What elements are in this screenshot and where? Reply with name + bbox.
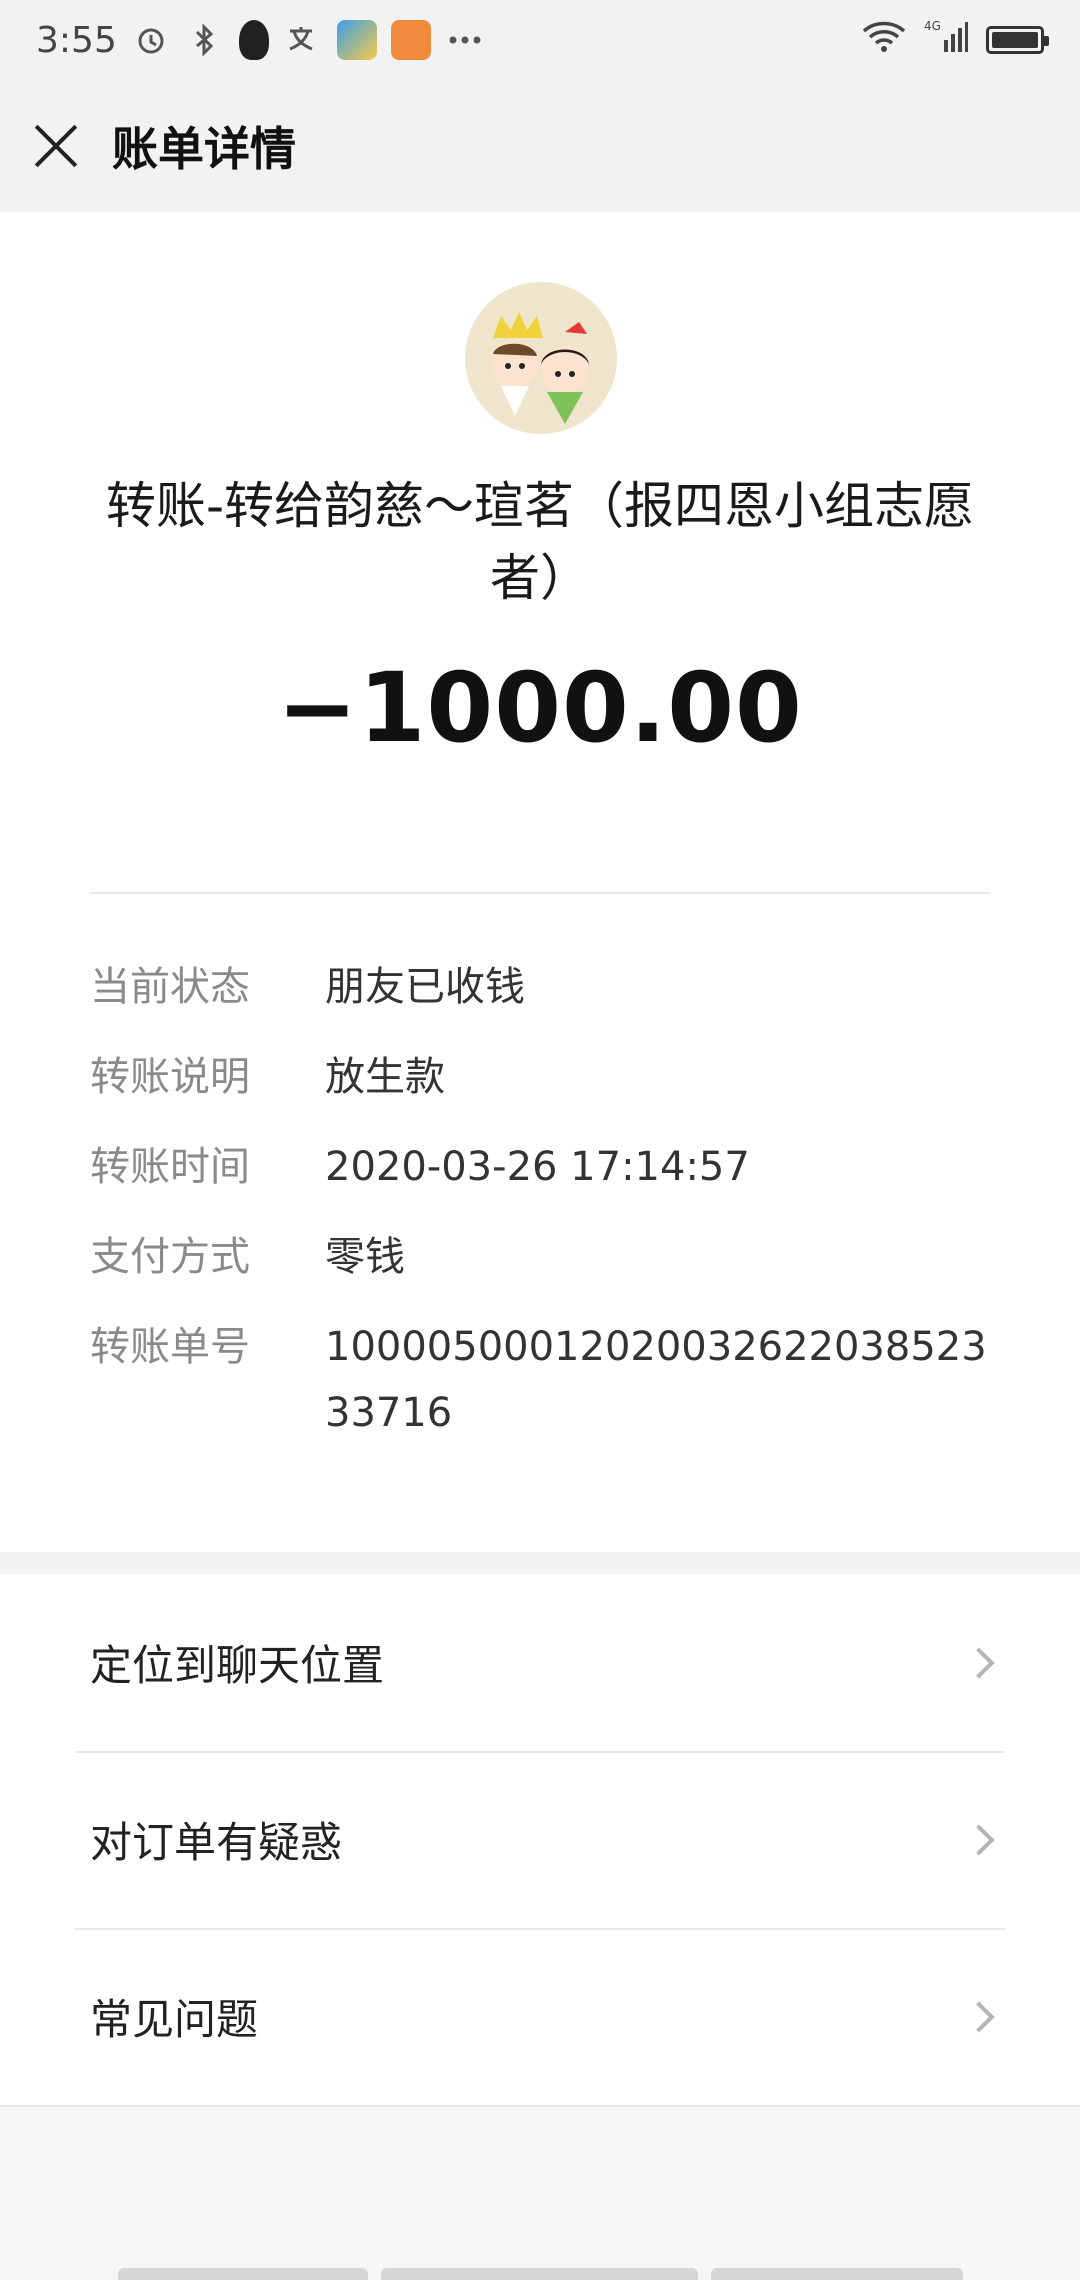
transfer-title: 转账-转给韵慈～瑄茗（报四恩小组志愿者）: [105, 477, 975, 607]
battery-icon: [986, 26, 1049, 54]
close-button[interactable]: [34, 124, 78, 168]
detail-label: 当前状态: [90, 964, 250, 1010]
detail-list: 当前状态 朋友已收钱 转账说明 放生款 转账时间 2020-03-26 17:1…: [90, 954, 1000, 1470]
tab-hint: [381, 2268, 698, 2280]
detail-value: 放生款: [325, 1054, 445, 1100]
chevron-right-icon: [963, 1646, 995, 1679]
signal-icon: 4G: [924, 18, 968, 63]
faq-button[interactable]: 常见问题: [0, 1928, 1080, 2105]
detail-label: 转账单号: [90, 1324, 250, 1370]
menu-item-label: 对订单有疑惑: [90, 1818, 343, 1867]
detail-label: 转账说明: [90, 1054, 250, 1100]
chevron-right-icon: [963, 2000, 995, 2033]
detail-label: 转账时间: [90, 1144, 250, 1190]
menu-item-label: 常见问题: [90, 1995, 259, 2044]
svg-text:4G: 4G: [924, 19, 941, 33]
more-icon: [445, 20, 485, 60]
bottom-area: [0, 2105, 1080, 2280]
chevron-right-icon: [963, 1823, 995, 1856]
locate-chat-button[interactable]: 定位到聊天位置: [0, 1574, 1080, 1751]
menu-item-label: 定位到聊天位置: [90, 1641, 385, 1690]
detail-value: 1000050001202003262203852333716: [325, 1324, 987, 1436]
tab-hint: [711, 2268, 963, 2280]
uc-browser-icon: [390, 20, 431, 60]
status-bar: 3:55 4G: [0, 0, 1080, 80]
page-title: 账单详情: [112, 122, 296, 176]
detail-row-description: 转账说明 放生款: [90, 1044, 1000, 1110]
detail-value: 朋友已收钱: [325, 964, 525, 1010]
translate-icon: [283, 20, 323, 60]
detail-value: 零钱: [325, 1234, 405, 1280]
wifi-icon: [862, 19, 906, 62]
detail-row-status: 当前状态 朋友已收钱: [90, 954, 1000, 1020]
detail-row-time: 转账时间 2020-03-26 17:14:57: [90, 1134, 1000, 1200]
transfer-amount: −1000.00: [277, 652, 803, 764]
action-menu: 定位到聊天位置 对订单有疑惑 常见问题: [0, 1574, 1080, 2105]
app-icon: [336, 20, 377, 60]
qq-icon: [238, 20, 269, 60]
detail-label: 支付方式: [90, 1234, 250, 1280]
bottom-tab-hints: [0, 2268, 1080, 2280]
detail-value: 2020-03-26 17:14:57: [325, 1144, 750, 1190]
tab-hint: [118, 2268, 368, 2280]
divider: [90, 892, 990, 894]
order-question-button[interactable]: 对订单有疑惑: [0, 1751, 1080, 1928]
bill-detail-card: 转账-转给韵慈～瑄茗（报四恩小组志愿者） −1000.00 当前状态 朋友已收钱…: [0, 212, 1080, 1552]
detail-row-payment-method: 支付方式 零钱: [90, 1224, 1000, 1290]
avatar: [465, 282, 617, 434]
navigation-bar: 账单详情: [0, 80, 1080, 212]
section-gap: [0, 1552, 1080, 1574]
alarm-icon: [131, 20, 171, 60]
detail-row-order-number: 转账单号 1000050001202003262203852333716: [90, 1314, 1000, 1446]
status-time: 3:55: [36, 19, 117, 61]
bluetooth-icon: [185, 20, 225, 60]
